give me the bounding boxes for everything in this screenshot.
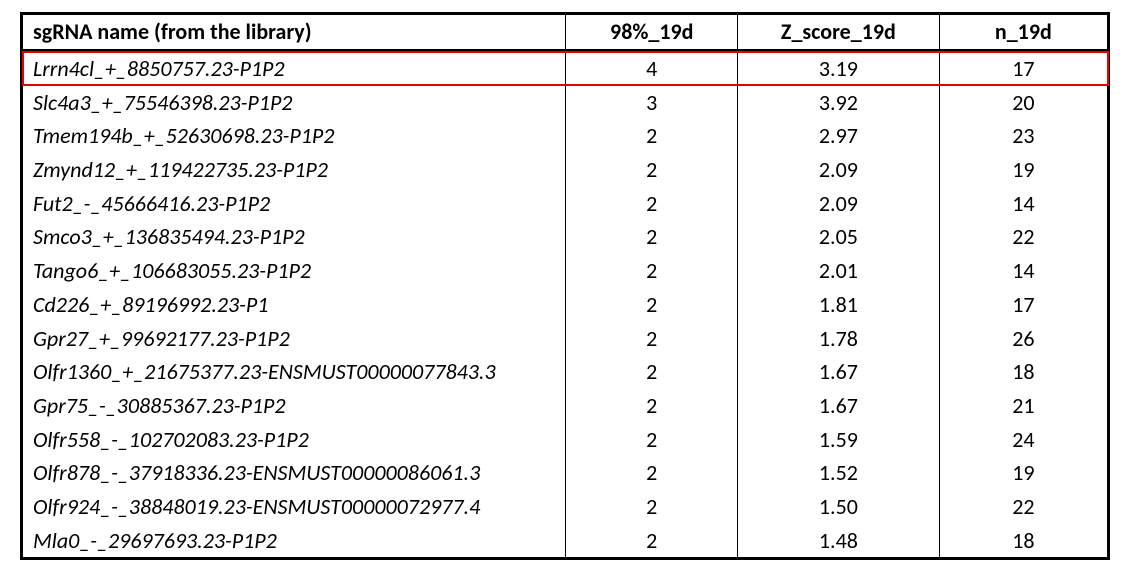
table-row: Gpr75_-_30885367.23-P1P221.6721: [22, 389, 1109, 423]
cell-name: Gpr75_-_30885367.23-P1P2: [22, 389, 566, 423]
cell-zscore: 1.67: [738, 389, 940, 423]
cell-n: 23: [939, 119, 1108, 153]
cell-n: 19: [939, 153, 1108, 187]
cell-n: 20: [939, 86, 1108, 120]
cell-name: Fut2_-_45666416.23-P1P2: [22, 187, 566, 221]
cell-zscore: 2.05: [738, 220, 940, 254]
cell-98pct: 2: [566, 456, 738, 490]
cell-n: 26: [939, 322, 1108, 356]
cell-98pct: 2: [566, 322, 738, 356]
cell-n: 22: [939, 220, 1108, 254]
sgrna-table: sgRNA name (from the library) 98%_19d Z_…: [20, 12, 1110, 560]
cell-n: 14: [939, 187, 1108, 221]
cell-name: Slc4a3_+_75546398.23-P1P2: [22, 86, 566, 120]
cell-name: Olfr1360_+_21675377.23-ENSMUST0000007784…: [22, 355, 566, 389]
cell-n: 21: [939, 389, 1108, 423]
cell-98pct: 2: [566, 355, 738, 389]
cell-zscore: 2.01: [738, 254, 940, 288]
cell-zscore: 1.50: [738, 490, 940, 524]
cell-name: Olfr878_-_37918336.23-ENSMUST00000086061…: [22, 456, 566, 490]
table-row: Zmynd12_+_119422735.23-P1P222.0919: [22, 153, 1109, 187]
cell-n: 19: [939, 456, 1108, 490]
cell-zscore: 2.97: [738, 119, 940, 153]
cell-zscore: 1.52: [738, 456, 940, 490]
cell-name: Zmynd12_+_119422735.23-P1P2: [22, 153, 566, 187]
table-row: Tango6_+_106683055.23-P1P222.0114: [22, 254, 1109, 288]
cell-n: 17: [939, 51, 1108, 86]
table-row: Olfr558_-_102702083.23-P1P221.5924: [22, 423, 1109, 457]
cell-n: 18: [939, 355, 1108, 389]
cell-zscore: 3.92: [738, 86, 940, 120]
header-name: sgRNA name (from the library): [22, 14, 566, 51]
cell-n: 24: [939, 423, 1108, 457]
cell-98pct: 2: [566, 389, 738, 423]
cell-98pct: 2: [566, 490, 738, 524]
cell-name: Lrrn4cl_+_8850757.23-P1P2: [22, 51, 566, 86]
cell-zscore: 3.19: [738, 51, 940, 86]
cell-98pct: 4: [566, 51, 738, 86]
cell-name: Olfr558_-_102702083.23-P1P2: [22, 423, 566, 457]
table-row: Slc4a3_+_75546398.23-P1P233.9220: [22, 86, 1109, 120]
header-n: n_19d: [939, 14, 1108, 51]
cell-name: Tango6_+_106683055.23-P1P2: [22, 254, 566, 288]
table-row: Fut2_-_45666416.23-P1P222.0914: [22, 187, 1109, 221]
table-row: Olfr1360_+_21675377.23-ENSMUST0000007784…: [22, 355, 1109, 389]
cell-zscore: 1.78: [738, 322, 940, 356]
cell-98pct: 3: [566, 86, 738, 120]
cell-zscore: 1.81: [738, 288, 940, 322]
table-row: Tmem194b_+_52630698.23-P1P222.9723: [22, 119, 1109, 153]
cell-name: Smco3_+_136835494.23-P1P2: [22, 220, 566, 254]
cell-98pct: 2: [566, 220, 738, 254]
table-row: Smco3_+_136835494.23-P1P222.0522: [22, 220, 1109, 254]
table-container: sgRNA name (from the library) 98%_19d Z_…: [0, 0, 1133, 572]
cell-n: 22: [939, 490, 1108, 524]
table-row: Olfr924_-_38848019.23-ENSMUST00000072977…: [22, 490, 1109, 524]
cell-98pct: 2: [566, 288, 738, 322]
header-98pct: 98%_19d: [566, 14, 738, 51]
cell-n: 14: [939, 254, 1108, 288]
cell-zscore: 2.09: [738, 187, 940, 221]
table-header-row: sgRNA name (from the library) 98%_19d Z_…: [22, 14, 1109, 51]
cell-98pct: 2: [566, 187, 738, 221]
cell-name: Olfr924_-_38848019.23-ENSMUST00000072977…: [22, 490, 566, 524]
cell-name: Gpr27_+_99692177.23-P1P2: [22, 322, 566, 356]
cell-zscore: 1.59: [738, 423, 940, 457]
cell-zscore: 2.09: [738, 153, 940, 187]
table-body: Lrrn4cl_+_8850757.23-P1P243.1917Slc4a3_+…: [22, 51, 1109, 559]
table-row: Lrrn4cl_+_8850757.23-P1P243.1917: [22, 51, 1109, 86]
table-row: Gpr27_+_99692177.23-P1P221.7826: [22, 322, 1109, 356]
cell-98pct: 2: [566, 423, 738, 457]
table-row: Olfr878_-_37918336.23-ENSMUST00000086061…: [22, 456, 1109, 490]
cell-zscore: 1.67: [738, 355, 940, 389]
cell-98pct: 2: [566, 119, 738, 153]
cell-name: Cd226_+_89196992.23-P1: [22, 288, 566, 322]
cell-n: 17: [939, 288, 1108, 322]
cell-name: Tmem194b_+_52630698.23-P1P2: [22, 119, 566, 153]
table-row: Cd226_+_89196992.23-P121.8117: [22, 288, 1109, 322]
header-zscore: Z_score_19d: [738, 14, 940, 51]
cell-98pct: 2: [566, 254, 738, 288]
cell-98pct: 2: [566, 153, 738, 187]
